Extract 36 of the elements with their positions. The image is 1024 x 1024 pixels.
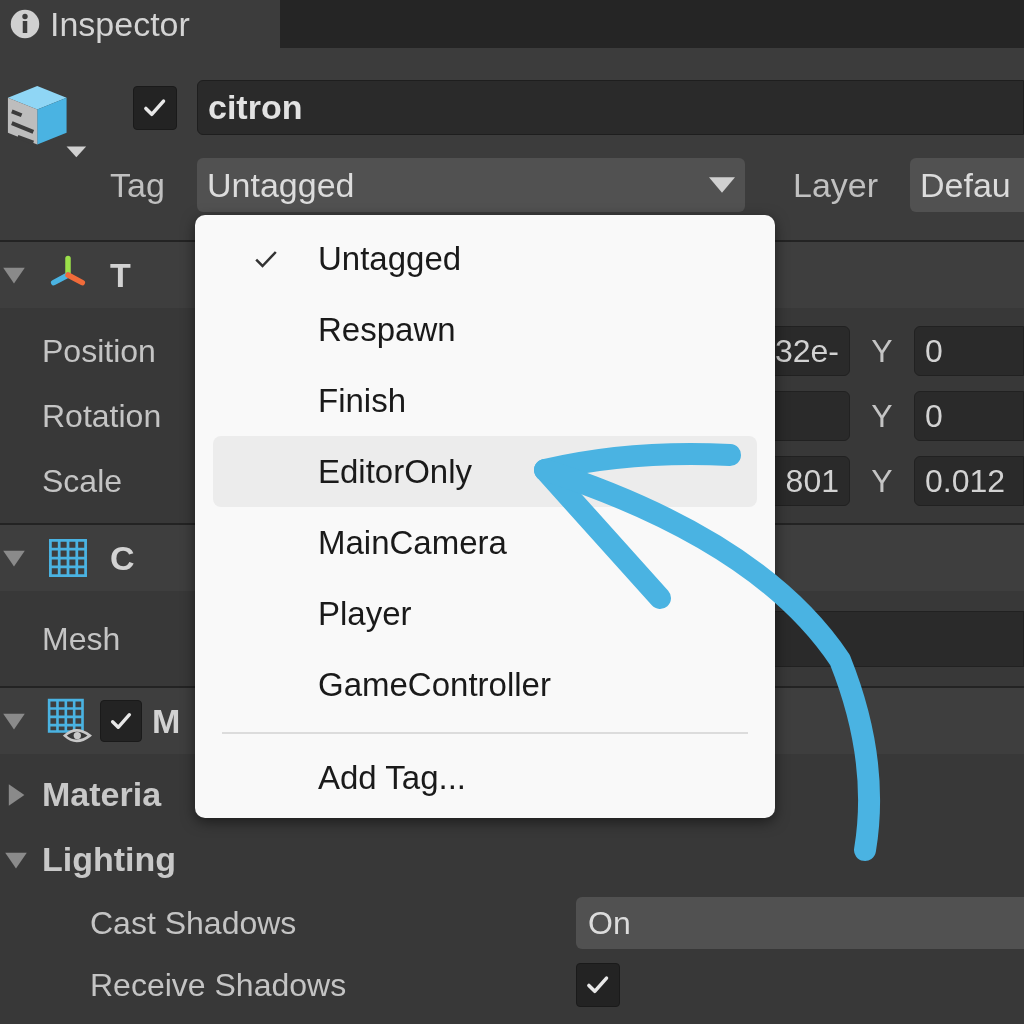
tag-dropdown[interactable]: Untagged [197,158,745,212]
section-title[interactable]: Lighting [42,834,177,885]
property-label: Position [41,331,156,371]
grid-icon [46,536,90,580]
number-field[interactable]: 0 [914,325,1024,376]
property-label: Cast Shadows [89,904,298,943]
property-label: Receive Shadows [89,966,348,1005]
tag-label: Tag [110,164,166,206]
menu-item[interactable]: Untagged [213,223,757,294]
menu-item[interactable]: Player [213,578,757,649]
number-field[interactable]: 0 [914,390,1024,441]
component-title: T [110,254,131,296]
menu-item[interactable]: MainCamera [213,507,757,578]
axis-label: Y [870,331,894,371]
caret-icon [709,177,735,193]
grid-eye-icon [46,697,94,745]
property-label: Scale [41,461,123,501]
layer-label: Layer [793,164,880,206]
property-label: Mesh [41,619,122,659]
property-label: Rotation [41,396,162,436]
axis-label: Y [870,461,894,501]
info-icon [10,9,40,39]
component-title: M [152,700,181,742]
inspector-tab[interactable]: Inspector [0,0,280,48]
dropdown[interactable]: On [576,897,1024,949]
component-title: C [110,537,135,579]
axis-label: Y [870,396,894,436]
checkbox[interactable] [576,963,620,1007]
add-tag-item[interactable]: Add Tag... [213,746,757,810]
section-title[interactable]: Materia [42,769,162,820]
layer-dropdown[interactable]: Defau [910,158,1024,212]
number-field[interactable]: 0.012 [914,455,1024,506]
checkbox[interactable] [133,85,177,130]
menu-item[interactable]: GameController [213,649,757,720]
checkbox[interactable] [100,700,142,742]
name-field[interactable]: citron [197,80,1024,135]
